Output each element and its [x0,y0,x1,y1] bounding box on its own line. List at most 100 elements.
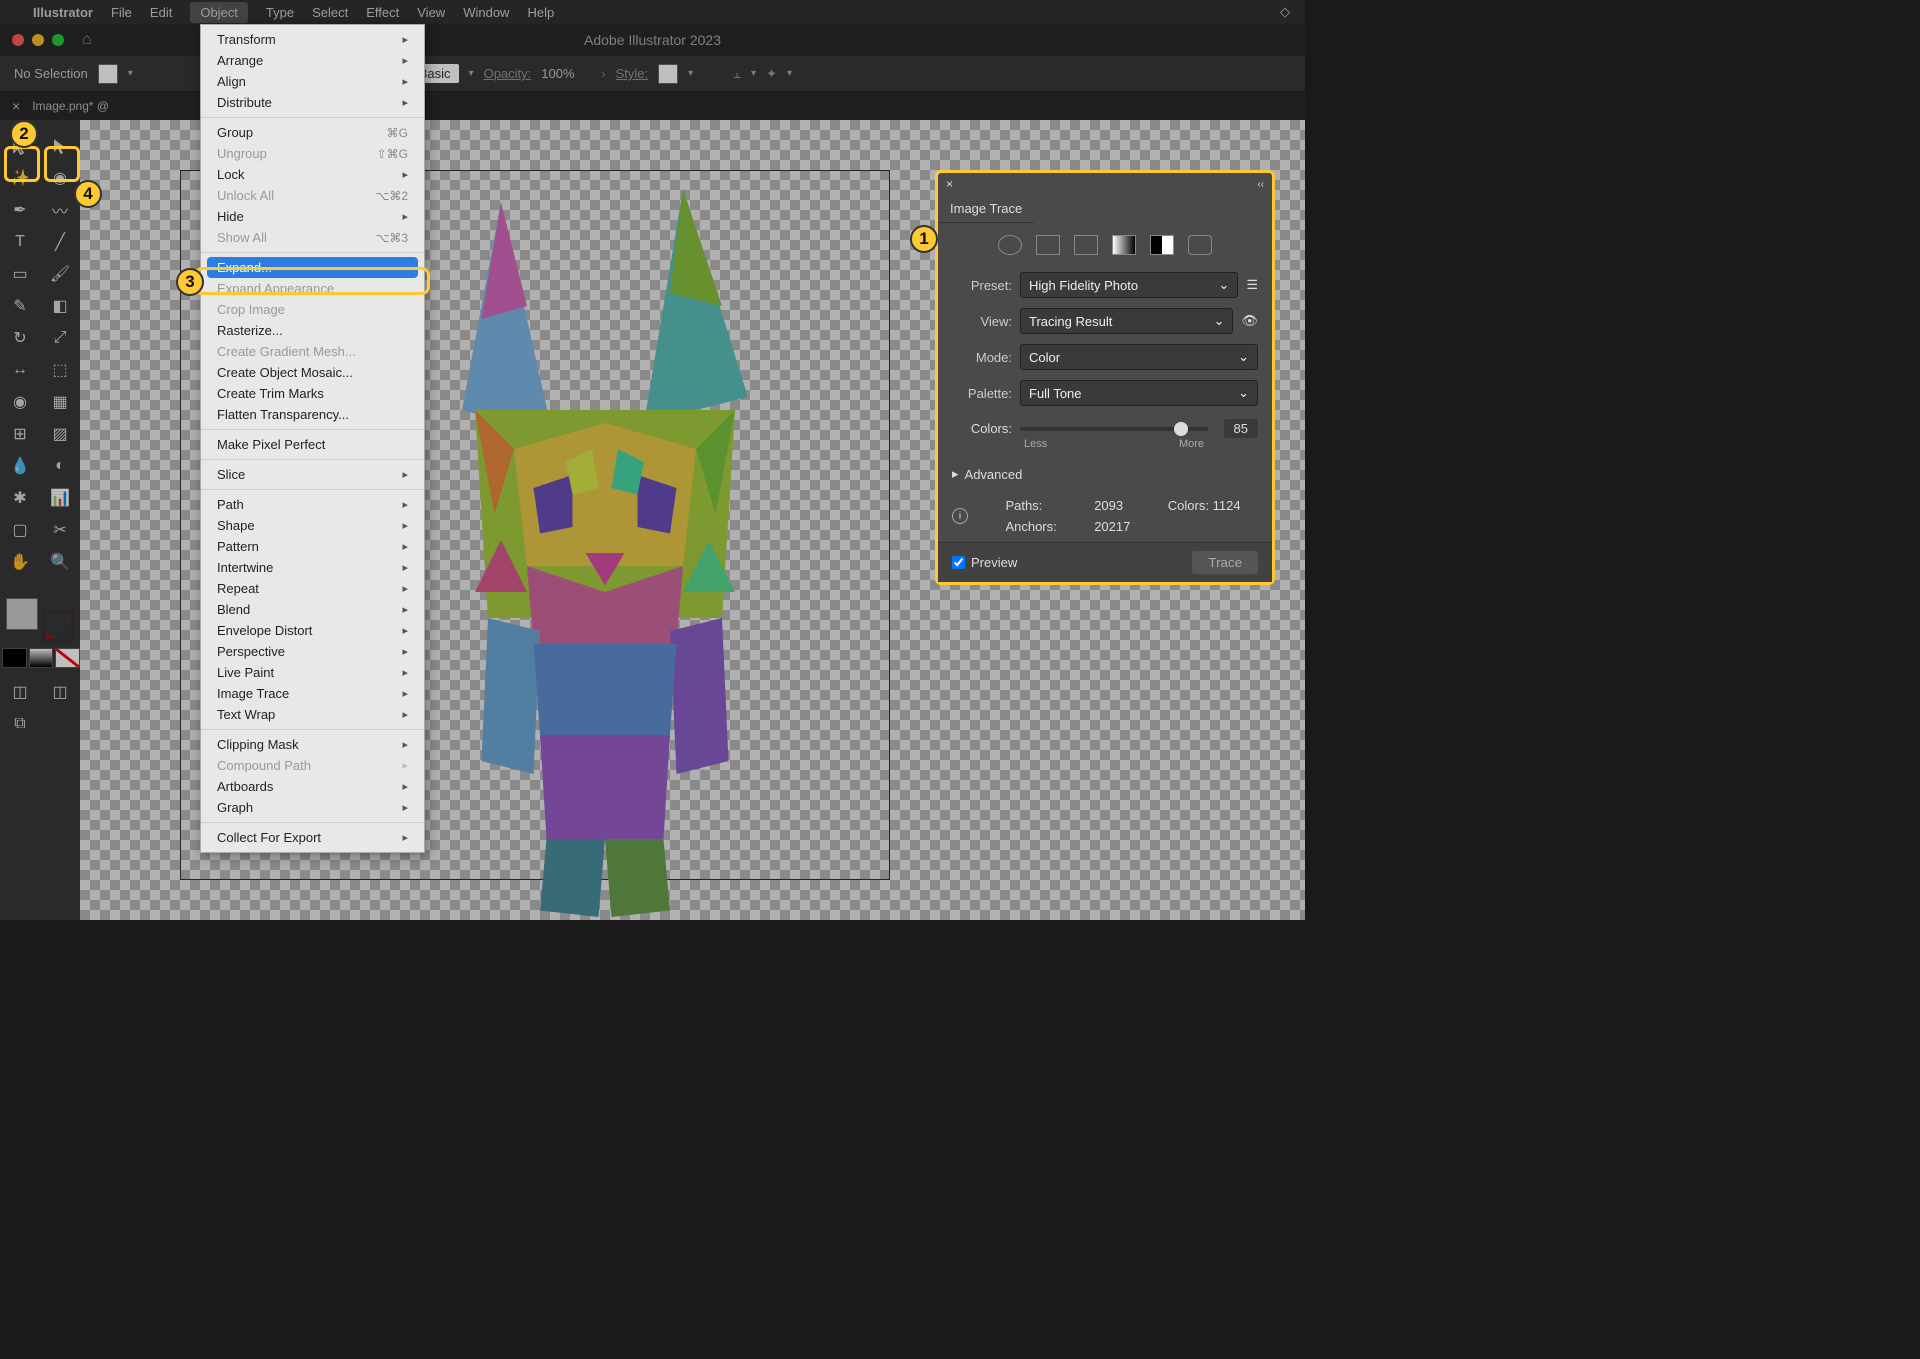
eraser-tool[interactable]: ◧ [40,290,80,322]
maximize-window-icon[interactable] [52,34,64,46]
menu-item-live-paint[interactable]: Live Paint▸ [201,662,424,683]
high-color-icon[interactable] [1036,235,1060,255]
menu-item-blend[interactable]: Blend▸ [201,599,424,620]
paintbrush-tool[interactable]: 🖌 [40,258,80,290]
menu-item-distribute[interactable]: Distribute▸ [201,92,424,113]
menu-object[interactable]: Object [190,2,248,23]
width-tool[interactable]: ↔ [0,354,40,386]
menu-item-make-pixel-perfect[interactable]: Make Pixel Perfect [201,434,424,455]
hand-tool[interactable]: ✋ [0,546,40,578]
menu-select[interactable]: Select [312,5,348,20]
menu-icon[interactable]: ☰ [1246,277,1258,293]
transform-icon[interactable]: ✦ [766,66,777,82]
draw-mode-icon[interactable]: ◫ [40,676,80,708]
shape-builder-tool[interactable]: ◉ [0,386,40,418]
style-swatch[interactable] [658,64,678,84]
menu-help[interactable]: Help [527,5,554,20]
menu-item-rasterize-[interactable]: Rasterize... [201,320,424,341]
black-white-icon[interactable] [1150,235,1174,255]
low-color-icon[interactable] [1074,235,1098,255]
menu-item-clipping-mask[interactable]: Clipping Mask▸ [201,734,424,755]
mesh-tool[interactable]: ⊞ [0,418,40,450]
color-mode-solid[interactable] [2,648,27,668]
zoom-tool[interactable]: 🔍 [40,546,80,578]
gradient-tool[interactable]: ▨ [40,418,80,450]
home-icon[interactable]: ⌂ [82,31,92,49]
menu-item-envelope-distort[interactable]: Envelope Distort▸ [201,620,424,641]
screen-mode-icon[interactable]: ⧉ [0,708,40,740]
info-icon[interactable]: i [952,508,968,524]
chevron-right-icon[interactable]: › [601,66,605,81]
menu-file[interactable]: File [111,5,132,20]
menu-window[interactable]: Window [463,5,509,20]
menu-item-create-object-mosaic-[interactable]: Create Object Mosaic... [201,362,424,383]
minimize-window-icon[interactable] [32,34,44,46]
menu-item-transform[interactable]: Transform▸ [201,29,424,50]
mode-dropdown[interactable]: Color⌄ [1020,344,1258,370]
draw-mode-icon[interactable]: ◫ [0,676,40,708]
blend-tool[interactable]: ◐ [40,450,80,482]
menu-item-slice[interactable]: Slice▸ [201,464,424,485]
chevron-down-icon[interactable]: ▾ [688,68,693,79]
advanced-toggle[interactable]: ▸ Advanced [938,458,1272,490]
color-mode-none[interactable] [55,648,80,668]
menu-item-perspective[interactable]: Perspective▸ [201,641,424,662]
color-mode-gradient[interactable] [29,648,54,668]
slice-tool[interactable]: ✂ [40,514,80,546]
preview-checkbox[interactable] [952,556,965,569]
menu-item-pattern[interactable]: Pattern▸ [201,536,424,557]
document-tab[interactable]: Image.png* @ [32,99,109,113]
auto-color-icon[interactable] [998,235,1022,255]
traffic-lights[interactable] [12,34,64,46]
menu-item-create-trim-marks[interactable]: Create Trim Marks [201,383,424,404]
perspective-grid-tool[interactable]: ▦ [40,386,80,418]
panel-title[interactable]: Image Trace [938,195,1034,223]
fill-stroke-swatch[interactable] [0,584,80,644]
menu-item-image-trace[interactable]: Image Trace▸ [201,683,424,704]
menu-view[interactable]: View [417,5,445,20]
menu-effect[interactable]: Effect [366,5,399,20]
opacity-input[interactable] [541,66,591,81]
chevron-down-icon[interactable]: ▾ [787,68,792,79]
menu-item-align[interactable]: Align▸ [201,71,424,92]
menu-item-graph[interactable]: Graph▸ [201,797,424,818]
menubar-right-icon[interactable]: ◇ [1280,4,1290,20]
chevron-down-icon[interactable]: ▾ [469,68,474,79]
collapse-panel-icon[interactable]: ‹‹ [1257,179,1264,190]
close-panel-icon[interactable]: × [946,177,953,191]
menu-item-lock[interactable]: Lock▸ [201,164,424,185]
colors-value[interactable]: 85 [1224,419,1258,438]
artboard-tool[interactable]: ▢ [0,514,40,546]
menu-edit[interactable]: Edit [150,5,172,20]
scale-tool[interactable]: ⤢ [40,322,80,354]
menu-item-text-wrap[interactable]: Text Wrap▸ [201,704,424,725]
rotate-tool[interactable]: ↻ [0,322,40,354]
menu-item-flatten-transparency-[interactable]: Flatten Transparency... [201,404,424,425]
rectangle-tool[interactable]: ▭ [0,258,40,290]
menu-type[interactable]: Type [266,5,294,20]
menu-item-arrange[interactable]: Arrange▸ [201,50,424,71]
menu-item-shape[interactable]: Shape▸ [201,515,424,536]
menu-item-intertwine[interactable]: Intertwine▸ [201,557,424,578]
menu-item-group[interactable]: Group⌘G [201,122,424,143]
menu-item-path[interactable]: Path▸ [201,494,424,515]
preset-dropdown[interactable]: High Fidelity Photo⌄ [1020,272,1238,298]
outline-icon[interactable] [1188,235,1212,255]
chevron-down-icon[interactable]: ▾ [751,68,756,79]
palette-dropdown[interactable]: Full Tone⌄ [1020,380,1258,406]
type-tool[interactable]: T [0,226,40,258]
eye-icon[interactable]: 👁 [1241,313,1258,329]
grayscale-icon[interactable] [1112,235,1136,255]
eyedropper-tool[interactable]: 💧 [0,450,40,482]
shaper-tool[interactable]: ✎ [0,290,40,322]
line-tool[interactable]: ╱ [40,226,80,258]
app-name[interactable]: Illustrator [33,5,93,20]
menu-item-collect-for-export[interactable]: Collect For Export▸ [201,827,424,848]
colors-slider[interactable] [1020,427,1208,431]
menu-item-artboards[interactable]: Artboards▸ [201,776,424,797]
menu-item-hide[interactable]: Hide▸ [201,206,424,227]
view-dropdown[interactable]: Tracing Result⌄ [1020,308,1233,334]
symbol-sprayer-tool[interactable]: ✱ [0,482,40,514]
free-transform-tool[interactable]: ⬚ [40,354,80,386]
align-icon[interactable]: ⫠ [733,66,741,82]
